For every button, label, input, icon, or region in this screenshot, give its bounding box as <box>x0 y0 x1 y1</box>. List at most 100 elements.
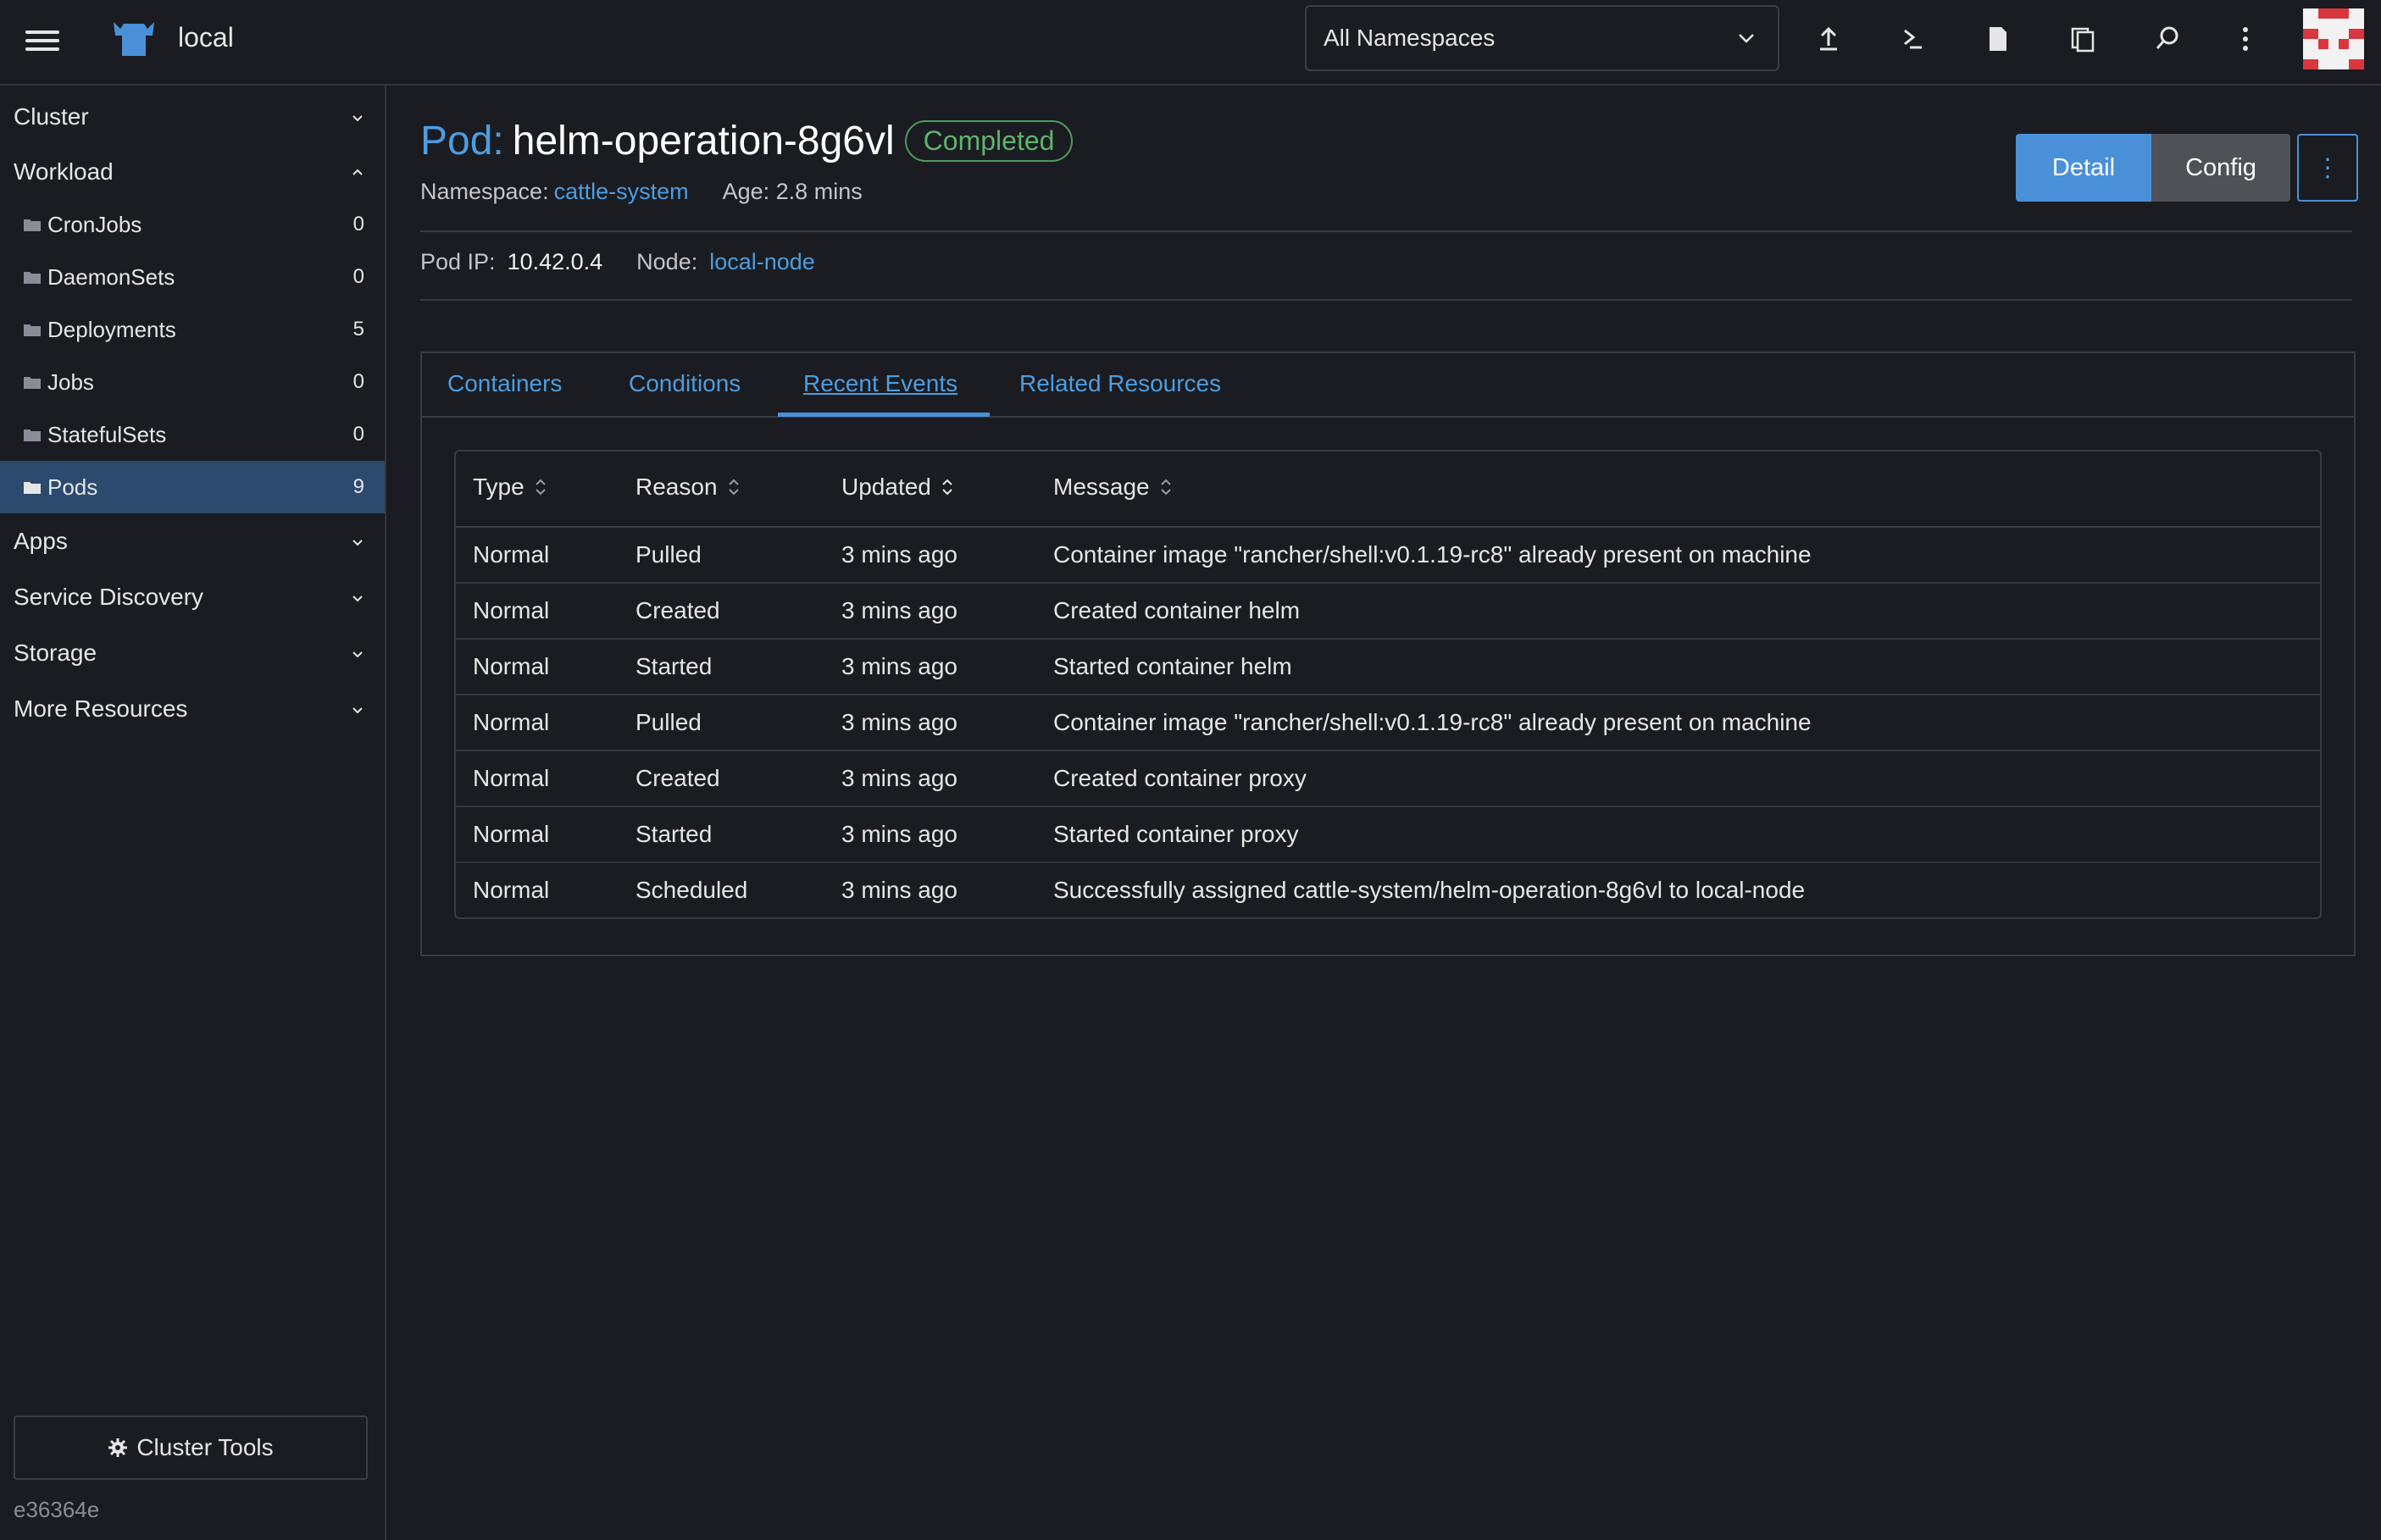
event-reason: Started <box>635 653 713 679</box>
event-message: Created container helm <box>1053 597 1301 623</box>
sidebar-item-count: 0 <box>352 265 364 288</box>
event-type: Normal <box>473 597 550 623</box>
event-type: Normal <box>473 877 550 903</box>
cluster-name: local <box>178 22 234 53</box>
event-message: Started container helm <box>1053 653 1292 679</box>
chevron-down-icon <box>352 707 363 714</box>
divider <box>420 230 2352 232</box>
copy-icon[interactable] <box>2064 20 2101 58</box>
upload-icon[interactable] <box>1810 20 1847 58</box>
folder-icon <box>24 272 41 284</box>
column-header-reason[interactable]: Reason <box>635 474 741 501</box>
table-row: Normal Pulled 3 mins ago Container image… <box>456 528 2320 584</box>
event-updated: 3 mins ago <box>841 765 957 791</box>
rancher-logo-icon <box>114 22 154 56</box>
event-reason: Created <box>635 765 720 791</box>
event-updated: 3 mins ago <box>841 541 957 568</box>
folder-icon <box>24 219 41 231</box>
sort-icon <box>535 479 546 496</box>
resource-name: helm-operation-8g6vl <box>512 119 895 163</box>
column-header-type[interactable]: Type <box>473 474 548 501</box>
more-vertical-icon[interactable] <box>2227 20 2264 58</box>
sidebar-item-deployments[interactable]: Deployments 5 <box>0 303 385 356</box>
main-content: Pod: helm-operation-8g6vl Completed Name… <box>388 86 2381 1540</box>
node-link[interactable]: local-node <box>709 249 815 275</box>
search-icon[interactable] <box>2149 20 2186 58</box>
age-label: Age: 2.8 mins <box>722 179 863 204</box>
sidebar-group-label: Storage <box>14 640 97 666</box>
active-tab-indicator <box>778 413 990 417</box>
tab-related-resources[interactable]: Related Resources <box>1019 370 1221 397</box>
sidebar-item-cronjobs[interactable]: CronJobs 0 <box>0 198 385 251</box>
sidebar-group-more-resources[interactable]: More Resources <box>0 683 385 735</box>
sidebar-item-jobs[interactable]: Jobs 0 <box>0 356 385 408</box>
sidebar-group-label: Service Discovery <box>14 584 204 610</box>
event-type: Normal <box>473 709 550 735</box>
resource-subtitle: Namespace: cattle-system Age: 2.8 mins <box>420 179 863 205</box>
chevron-down-icon <box>352 540 363 546</box>
event-updated: 3 mins ago <box>841 653 957 679</box>
event-message: Successfully assigned cattle-system/helm… <box>1053 877 1806 903</box>
status-badge: Completed <box>904 120 1074 162</box>
sidebar-group-storage[interactable]: Storage <box>0 627 385 679</box>
tab-containers[interactable]: Containers <box>447 370 562 397</box>
file-icon[interactable] <box>1979 20 2017 58</box>
sidebar-group-workload[interactable]: Workload <box>0 146 385 198</box>
sidebar-group-cluster[interactable]: Cluster <box>0 91 385 143</box>
column-header-message[interactable]: Message <box>1053 474 1174 501</box>
event-type: Normal <box>473 541 550 568</box>
event-type: Normal <box>473 821 550 847</box>
tab-conditions[interactable]: Conditions <box>629 370 741 397</box>
event-message: Started container proxy <box>1053 821 1299 847</box>
namespace-select[interactable]: All Namespaces <box>1305 5 1779 71</box>
sort-icon <box>728 479 739 496</box>
event-reason: Pulled <box>635 709 702 735</box>
cluster-tools-label: Cluster Tools <box>136 1434 274 1460</box>
sidebar-group-label: Apps <box>14 528 68 554</box>
folder-icon <box>24 377 41 389</box>
pod-info: Pod IP: 10.42.0.4 Node: local-node <box>420 249 815 275</box>
sidebar-item-statefulsets[interactable]: StatefulSets 0 <box>0 408 385 461</box>
event-message: Container image "rancher/shell:v0.1.19-r… <box>1053 709 1812 735</box>
chevron-down-icon <box>352 651 363 658</box>
sidebar-item-count: 0 <box>352 423 364 446</box>
table-row: Normal Pulled 3 mins ago Container image… <box>456 695 2320 751</box>
sidebar-group-label: More Resources <box>14 695 188 722</box>
event-message: Created container proxy <box>1053 765 1307 791</box>
sidebar-group-label: Workload <box>14 158 114 185</box>
sidebar-item-pods[interactable]: Pods 9 <box>0 461 385 513</box>
config-button[interactable]: Config <box>2151 134 2290 202</box>
event-type: Normal <box>473 765 550 791</box>
table-header: Type Reason Updated Message <box>456 451 2320 528</box>
events-table: Type Reason Updated Message Normal Pulle… <box>454 450 2322 919</box>
actions-menu-button[interactable]: ⋮ <box>2297 134 2358 202</box>
sort-icon <box>1160 479 1171 496</box>
terminal-icon[interactable] <box>1895 20 1932 58</box>
table-row: Normal Scheduled 3 mins ago Successfully… <box>456 863 2320 917</box>
table-row: Normal Started 3 mins ago Started contai… <box>456 807 2320 863</box>
resource-type-label: Pod: <box>420 119 504 163</box>
column-header-updated[interactable]: Updated <box>841 474 955 501</box>
tab-recent-events[interactable]: Recent Events <box>803 370 957 397</box>
event-type: Normal <box>473 653 550 679</box>
sidebar-group-apps[interactable]: Apps <box>0 515 385 568</box>
sidebar-item-daemonsets[interactable]: DaemonSets 0 <box>0 251 385 303</box>
sidebar-item-count: 0 <box>352 370 364 393</box>
sidebar-item-label: Jobs <box>47 368 94 395</box>
sidebar-item-label: Deployments <box>47 316 176 342</box>
detail-button[interactable]: Detail <box>2016 134 2151 202</box>
namespace-select-value: All Namespaces <box>1324 25 1496 51</box>
namespace-link[interactable]: cattle-system <box>554 179 689 205</box>
sidebar-group-service-discovery[interactable]: Service Discovery <box>0 571 385 623</box>
sidebar-item-label: Pods <box>47 474 98 500</box>
cluster-tools-button[interactable]: Cluster Tools <box>14 1415 368 1480</box>
avatar[interactable] <box>2303 8 2364 69</box>
table-row: Normal Created 3 mins ago Created contai… <box>456 584 2320 640</box>
tabs-panel: Containers Conditions Recent Events Rela… <box>420 352 2356 956</box>
event-reason: Pulled <box>635 541 702 568</box>
sidebar-group-label: Cluster <box>14 103 89 130</box>
sort-icon <box>942 479 952 496</box>
menu-icon[interactable] <box>25 25 59 59</box>
sidebar-item-count: 5 <box>352 318 364 341</box>
sidebar-item-label: DaemonSets <box>47 263 175 290</box>
